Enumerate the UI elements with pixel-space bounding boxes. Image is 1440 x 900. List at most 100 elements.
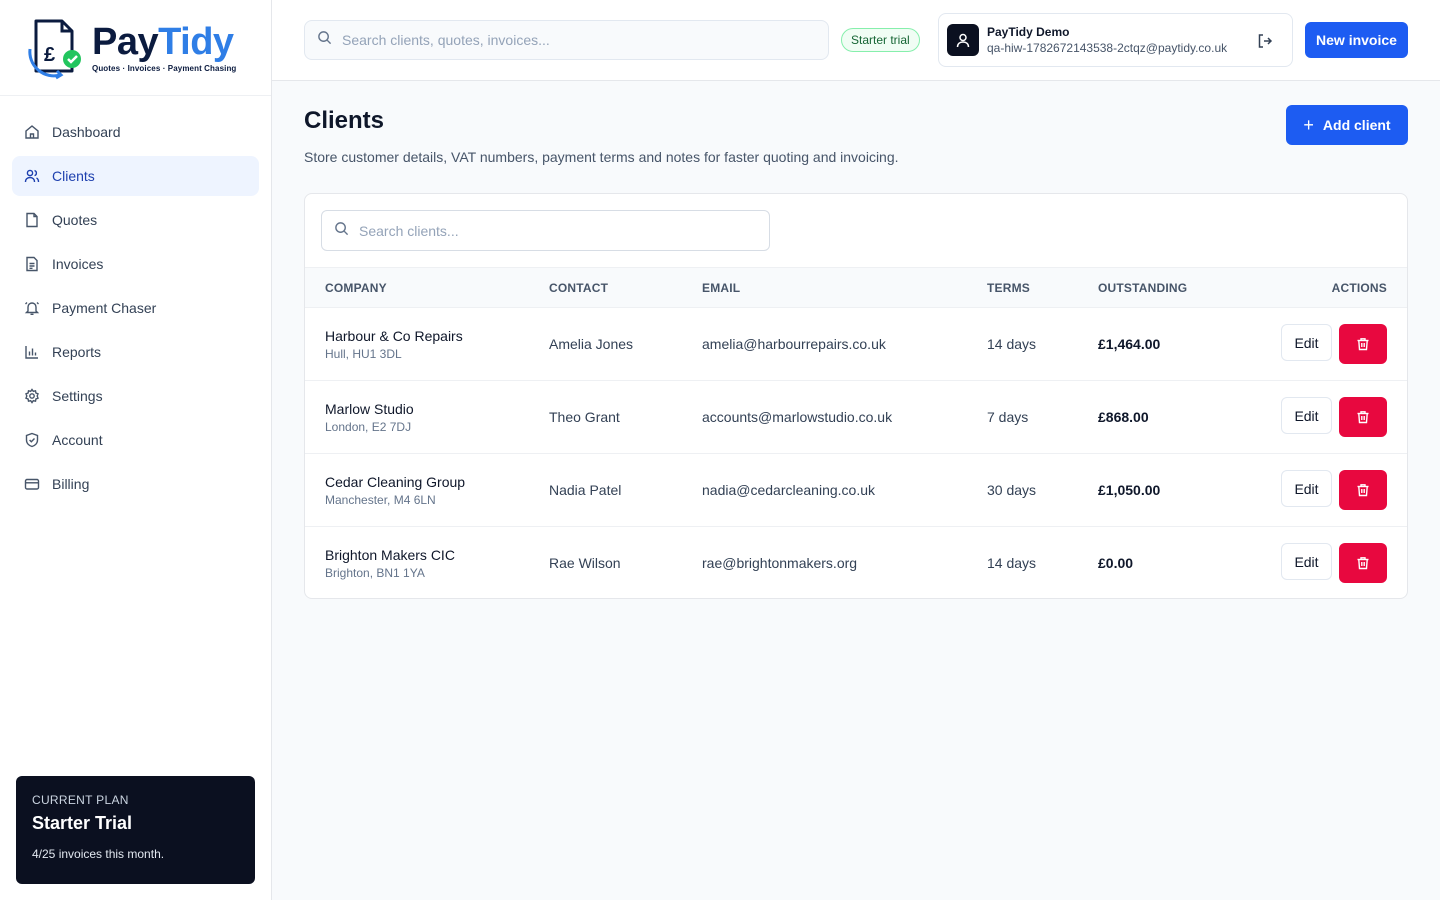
client-email: nadia@cedarcleaning.co.uk [702,482,875,498]
company-location: London, E2 7DJ [325,420,412,434]
user-menu[interactable]: PayTidy Demo qa-hiw-1782672143538-2ctqz@… [938,13,1293,67]
topbar: Starter trial PayTidy Demo qa-hiw-178267… [272,0,1440,81]
contact-name: Rae Wilson [549,555,621,571]
delete-button[interactable] [1339,324,1387,364]
gear-icon [24,388,40,404]
sidebar-item-payment-chaser[interactable]: Payment Chaser [12,288,259,328]
outstanding-amount: £1,050.00 [1098,482,1161,498]
client-email: accounts@marlowstudio.co.uk [702,409,893,425]
table-row[interactable]: Marlow Studio London, E2 7DJ Theo Grant … [305,380,1407,453]
sidebar-item-label: Billing [52,476,90,492]
sidebar-item-clients[interactable]: Clients [12,156,259,196]
edit-button[interactable]: Edit [1281,543,1332,580]
column-header-terms[interactable]: TERMS [987,281,1030,295]
sidebar-item-label: Account [52,432,103,448]
outstanding-amount: £0.00 [1098,555,1134,571]
sidebar-item-settings[interactable]: Settings [12,376,259,416]
sidebar-item-billing[interactable]: Billing [12,464,259,504]
table-row[interactable]: Cedar Cleaning Group Manchester, M4 6LN … [305,453,1407,526]
sidebar-item-label: Dashboard [52,124,121,140]
company-name[interactable]: Cedar Cleaning Group [325,474,465,490]
svg-text:£: £ [44,44,55,66]
company-name[interactable]: Marlow Studio [325,401,414,417]
column-header-email[interactable]: EMAIL [702,281,740,295]
add-client-button[interactable]: + Add client [1286,105,1408,145]
table-row[interactable]: Brighton Makers CIC Brighton, BN1 1YA Ra… [305,526,1407,598]
sidebar-item-label: Settings [52,388,103,404]
trash-icon [1357,338,1369,351]
contact-name: Theo Grant [549,409,620,425]
bar-chart-icon [24,344,40,360]
payment-terms: 14 days [987,336,1037,352]
credit-card-icon [24,476,40,492]
payment-terms: 7 days [987,409,1029,425]
global-search[interactable] [304,20,829,60]
plan-usage: 4/25 invoices this month. [32,847,165,861]
shield-icon [24,432,40,448]
user-icon [956,33,970,48]
logo-tagline: Quotes · Invoices · Payment Chasing [92,64,237,73]
trial-badge: Starter trial [841,28,920,52]
search-icon [334,221,349,241]
logo-wordmark: PayTidy [92,21,234,63]
global-search-input[interactable] [342,32,828,48]
client-email: amelia@harbourrepairs.co.uk [702,336,886,352]
plus-icon: + [1303,114,1314,135]
contact-name: Amelia Jones [549,336,634,352]
file-icon [24,212,40,228]
new-invoice-button[interactable]: New invoice [1305,22,1408,58]
sidebar-item-reports[interactable]: Reports [12,332,259,372]
outstanding-amount: £868.00 [1098,409,1149,425]
logout-icon[interactable] [1256,32,1274,50]
sidebar-item-quotes[interactable]: Quotes [12,200,259,240]
sidebar-item-label: Reports [52,344,102,360]
page-title: Clients [304,107,385,134]
page-subtitle: Store customer details, VAT numbers, pay… [304,149,899,165]
avatar [947,24,979,56]
sidebar-nav: Dashboard Clients Quotes Invoices Paymen… [0,96,271,504]
column-header-outstanding[interactable]: OUTSTANDING [1098,281,1187,295]
sidebar-item-label: Quotes [52,212,98,228]
delete-button[interactable] [1339,470,1387,510]
payment-terms: 14 days [987,555,1037,571]
outstanding-amount: £1,464.00 [1098,336,1161,352]
users-icon [24,168,40,184]
company-name[interactable]: Harbour & Co Repairs [325,328,463,344]
company-location: Brighton, BN1 1YA [325,566,425,580]
add-client-label: Add client [1322,117,1391,133]
trash-icon [1357,557,1369,570]
search-icon [317,30,332,50]
edit-button[interactable]: Edit [1281,324,1332,361]
sidebar-item-label: Payment Chaser [52,300,157,316]
payment-terms: 30 days [987,482,1037,498]
sidebar-item-label: Invoices [52,256,104,272]
sidebar: £ PayTidy Quotes · Invoices · Payment Ch… [0,0,272,900]
client-search[interactable] [321,210,770,251]
trash-icon [1357,411,1369,424]
edit-button[interactable]: Edit [1281,397,1332,434]
delete-button[interactable] [1339,397,1387,437]
sidebar-item-label: Clients [52,168,95,184]
sidebar-item-account[interactable]: Account [12,420,259,460]
client-search-input[interactable] [359,222,769,239]
client-email: rae@brightonmakers.org [702,555,858,571]
bell-icon [24,300,40,316]
column-header-company[interactable]: COMPANY [325,281,387,295]
home-icon [24,124,40,140]
contact-name: Nadia Patel [549,482,622,498]
table-row[interactable]: Harbour & Co Repairs Hull, HU1 3DL Ameli… [305,307,1407,380]
column-header-contact[interactable]: CONTACT [549,281,608,295]
table-header: COMPANY CONTACT EMAIL TERMS OUTSTANDING … [305,267,1407,307]
sidebar-item-dashboard[interactable]: Dashboard [12,112,259,152]
sidebar-item-invoices[interactable]: Invoices [12,244,259,284]
logo[interactable]: £ PayTidy Quotes · Invoices · Payment Ch… [0,0,271,96]
column-header-actions: ACTIONS [1331,281,1387,295]
edit-button[interactable]: Edit [1281,470,1332,507]
company-location: Hull, HU1 3DL [325,347,402,361]
plan-eyebrow: CURRENT PLAN [32,793,129,807]
user-name: PayTidy Demo [987,25,1070,39]
delete-button[interactable] [1339,543,1387,583]
logo-document-icon: £ [24,15,86,81]
company-name[interactable]: Brighton Makers CIC [325,547,455,563]
company-location: Manchester, M4 6LN [325,493,436,507]
